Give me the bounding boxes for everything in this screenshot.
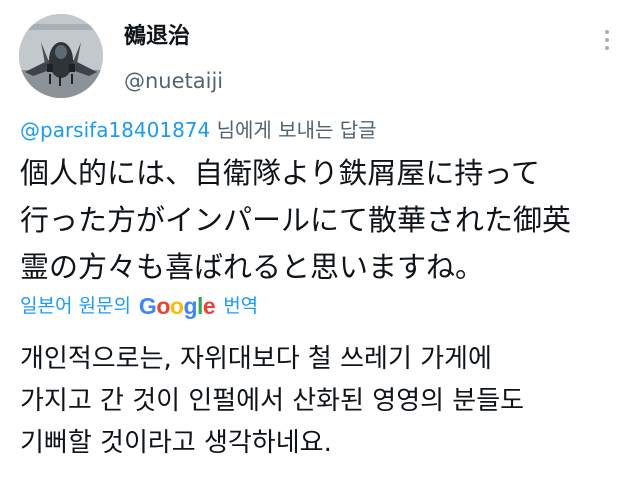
more-options-button[interactable] <box>596 24 618 56</box>
reply-context: @parsifa18401874 님에게 보내는 답글 <box>20 116 377 144</box>
reply-context-label: 님에게 보내는 답글 <box>216 118 377 142</box>
tweet-text-line: 霊の方々も喜ばれると思いますね。 <box>20 250 485 284</box>
avatar[interactable] <box>19 14 103 98</box>
more-vertical-icon <box>605 30 609 34</box>
more-vertical-icon <box>605 46 609 50</box>
fighter-jet-image <box>19 14 103 98</box>
translated-text: 개인적으로는, 자위대보다 철 쓰레기 가게에 가지고 간 것이 인펄에서 산화… <box>20 338 630 464</box>
translated-text-line: 가지고 간 것이 인펄에서 산화된 영영의 분들도 <box>20 386 525 416</box>
translated-text-line: 개인적으로는, 자위대보다 철 쓰레기 가게에 <box>20 344 492 374</box>
translated-text-line: 기뻐할 것이라고 생각하네요. <box>20 428 332 458</box>
translation-suffix: 번역 <box>223 295 259 317</box>
tweet-card: 鵺退治 @nuetaiji @parsifa18401874 님에게 보내는 답… <box>0 0 640 481</box>
more-vertical-icon <box>605 38 609 42</box>
user-handle[interactable]: @nuetaiji <box>124 66 223 96</box>
translation-attribution[interactable]: 일본어 원문의 Google 번역 <box>20 291 258 321</box>
google-logo: Google <box>138 293 216 319</box>
tweet-text-line: 行った方がインパールにて散華された御英 <box>20 203 572 237</box>
tweet-text: 個人的には、自衛隊より鉄屑屋に持って 行った方がインパールにて散華された御英 霊… <box>20 150 630 291</box>
tweet-text-line: 個人的には、自衛隊より鉄屑屋に持って <box>20 156 540 190</box>
display-name[interactable]: 鵺退治 <box>124 22 190 52</box>
translation-prefix: 일본어 원문의 <box>20 295 131 317</box>
reply-mention-link[interactable]: @parsifa18401874 <box>20 118 210 142</box>
